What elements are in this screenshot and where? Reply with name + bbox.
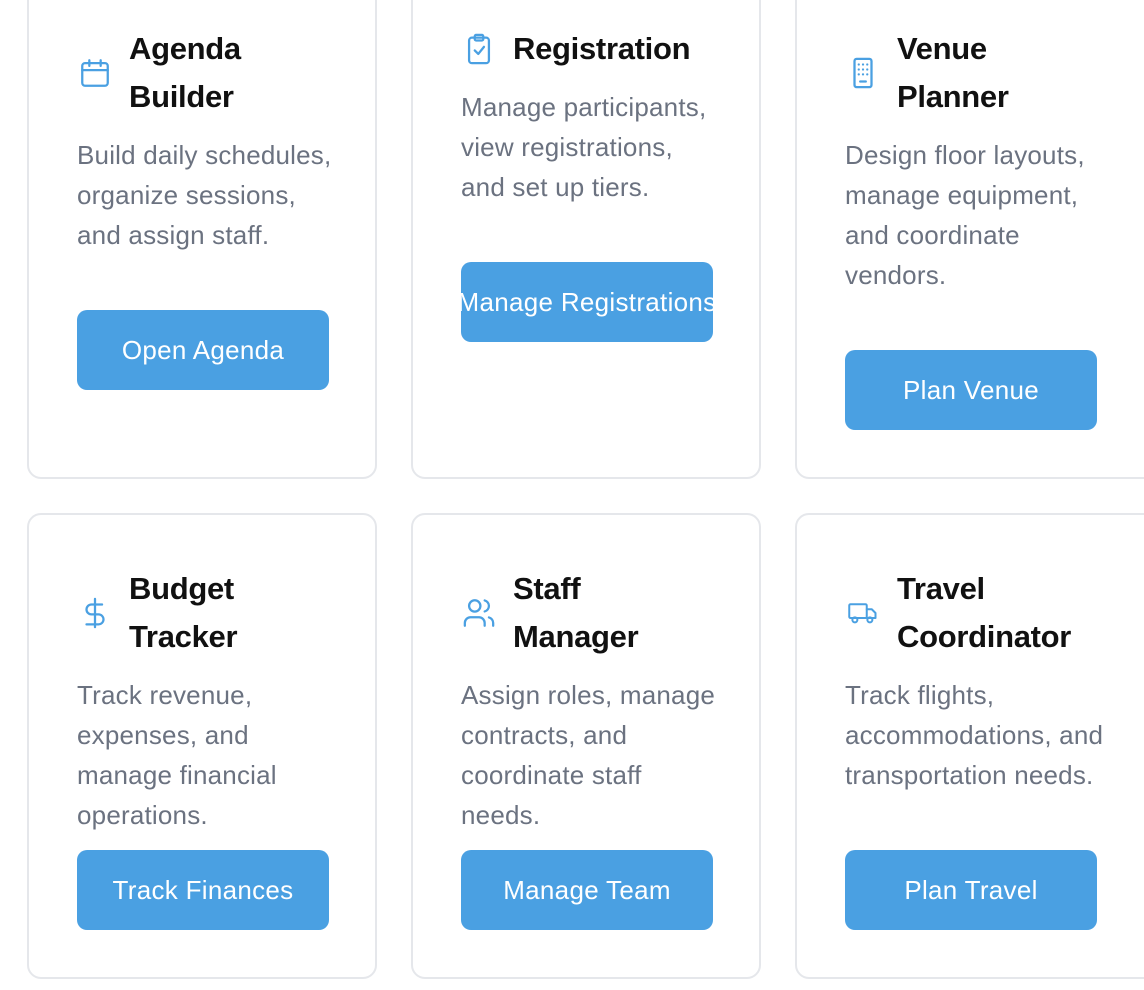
card-title: Staff Manager (513, 565, 639, 661)
card-description: Assign roles, manage contracts, and coor… (461, 680, 716, 830)
card-description: Build daily schedules, organize sessions… (77, 140, 332, 250)
card-description: Track revenue, expenses, and manage fina… (77, 680, 277, 830)
users-icon (461, 565, 497, 661)
card-title-line: Travel (897, 571, 985, 606)
plan-travel-button[interactable]: Plan Travel (845, 850, 1097, 930)
card-title-line: Venue (897, 31, 987, 66)
card-title-line: Staff (513, 571, 581, 606)
manage-registrations-button[interactable]: Manage Registrations (461, 262, 713, 342)
card-header: Travel Coordinator (845, 565, 1143, 661)
card-travel-coordinator: Travel Coordinator Track flights, accomm… (795, 513, 1144, 979)
open-agenda-button[interactable]: Open Agenda (77, 310, 329, 390)
dollar-icon (77, 565, 113, 661)
card-title-line: Registration (513, 31, 691, 66)
card-title: Agenda Builder (129, 25, 241, 121)
card-title: Travel Coordinator (897, 565, 1071, 661)
card-header: Staff Manager (461, 565, 739, 661)
card-venue-planner: Venue Planner Design floor layouts, mana… (795, 0, 1144, 479)
card-title-line: Builder (129, 79, 234, 114)
calendar-icon (77, 25, 113, 121)
card-description: Track flights, accommodations, and trans… (845, 680, 1104, 790)
card-staff-manager: Staff Manager Assign roles, manage contr… (411, 513, 761, 979)
plan-venue-button[interactable]: Plan Venue (845, 350, 1097, 430)
card-description: Manage participants, view registrations,… (461, 92, 707, 202)
truck-icon (845, 565, 881, 661)
card-header: Budget Tracker (77, 565, 355, 661)
card-title: Registration (513, 25, 691, 73)
building-icon (845, 25, 881, 121)
card-title-line: Planner (897, 79, 1009, 114)
card-header: Registration (461, 25, 739, 73)
clipboard-check-icon (461, 25, 497, 73)
card-budget-tracker: Budget Tracker Track revenue, expenses, … (27, 513, 377, 979)
track-finances-button[interactable]: Track Finances (77, 850, 329, 930)
card-title-line: Agenda (129, 31, 241, 66)
dashboard-tools-grid: Agenda Builder Build daily schedules, or… (0, 0, 1144, 990)
card-title-line: Manager (513, 619, 639, 654)
card-title-line: Budget (129, 571, 234, 606)
card-title-line: Coordinator (897, 619, 1072, 654)
card-title: Budget Tracker (129, 565, 238, 661)
card-header: Venue Planner (845, 25, 1143, 121)
card-title: Venue Planner (897, 25, 1009, 121)
manage-team-button[interactable]: Manage Team (461, 850, 713, 930)
card-description: Design floor layouts, manage equipment, … (845, 140, 1085, 290)
card-header: Agenda Builder (77, 25, 355, 121)
card-title-line: Tracker (129, 619, 238, 654)
card-registration: Registration Manage participants, view r… (411, 0, 761, 479)
card-agenda-builder: Agenda Builder Build daily schedules, or… (27, 0, 377, 479)
